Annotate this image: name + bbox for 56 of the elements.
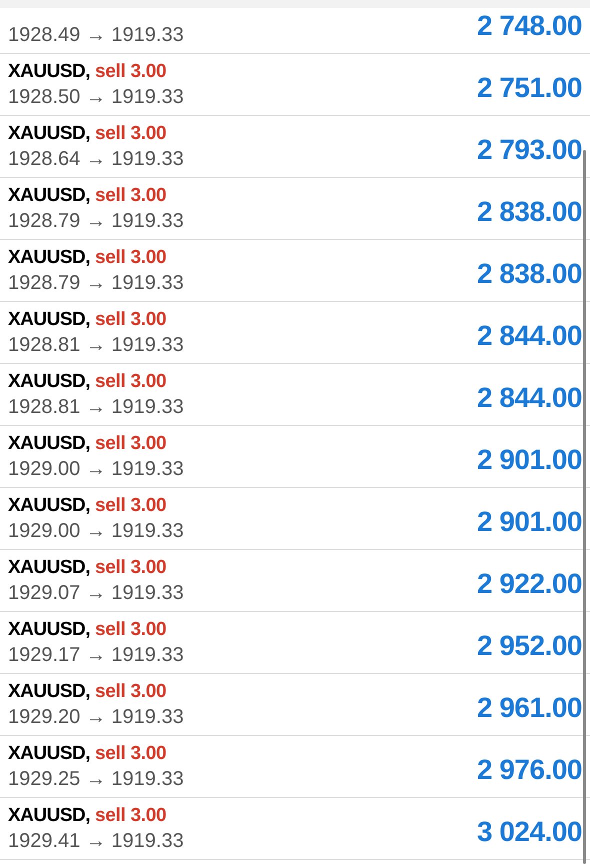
order-label: sell 3.00 — [95, 432, 166, 456]
order-label: sell 3.00 — [95, 804, 166, 828]
symbol-label: XAUUSD, — [8, 60, 90, 84]
profit-value: 2 793.00 — [477, 132, 582, 166]
price-label: 1928.49 → 1919.33 — [8, 22, 184, 48]
profit-value: 2 844.00 — [477, 380, 582, 414]
symbol-label: XAUUSD, — [8, 742, 90, 766]
symbol-label: XAUUSD, — [8, 246, 90, 270]
order-label: sell 3.00 — [95, 742, 166, 766]
symbol-label: XAUUSD, — [8, 556, 90, 580]
profit-value: 2 838.00 — [477, 194, 582, 228]
symbol-label: XAUUSD, — [8, 370, 90, 394]
order-label: sell 3.00 — [95, 60, 166, 84]
profit-value: 2 901.00 — [477, 442, 582, 476]
scrollbar[interactable] — [583, 150, 586, 864]
profit-value: 2 961.00 — [477, 690, 582, 724]
order-label: sell 3.00 — [95, 122, 166, 146]
symbol-label: XAUUSD, — [8, 184, 90, 208]
profit-value: 2 922.00 — [477, 566, 582, 600]
order-label: sell 3.00 — [95, 494, 166, 518]
order-label: sell 3.00 — [95, 184, 166, 208]
price-label: 1928.64 → 1919.33 — [8, 146, 184, 172]
symbol-label: XAUUSD, — [8, 432, 90, 456]
trade-row[interactable]: XAUUSD, sell 3.00 1928.50 → 1919.33 2 751.00 — [0, 54, 590, 116]
order-label: sell 3.00 — [95, 556, 166, 580]
price-label: 1929.00 → 1919.33 — [8, 456, 184, 482]
profit-value: 2 748.00 — [477, 8, 582, 42]
profit-value: 2 751.00 — [477, 70, 582, 104]
price-label: 1929.25 → 1919.33 — [8, 766, 184, 792]
price-label: 1928.81 → 1919.33 — [8, 394, 184, 420]
price-label: 1928.50 → 1919.33 — [8, 84, 184, 110]
profit-value: 2 844.00 — [477, 318, 582, 352]
order-label: sell 3.00 — [95, 618, 166, 642]
profit-value: 3 024.00 — [477, 814, 582, 848]
order-label: sell 3.00 — [95, 308, 166, 332]
order-label: sell 3.00 — [95, 370, 166, 394]
profit-value: 2 901.00 — [477, 504, 582, 538]
price-label: 1928.79 → 1919.33 — [8, 208, 184, 234]
profit-value: 2 976.00 — [477, 752, 582, 786]
symbol-label: XAUUSD, — [8, 494, 90, 518]
order-label: sell 3.00 — [95, 680, 166, 704]
symbol-label: XAUUSD, — [8, 618, 90, 642]
symbol-label: XAUUSD, — [8, 122, 90, 146]
price-label: 1928.79 → 1919.33 — [8, 270, 184, 296]
price-label: 1929.41 → 1919.33 — [8, 828, 184, 854]
profit-value: 2 952.00 — [477, 628, 582, 662]
price-label: 1929.00 → 1919.33 — [8, 518, 184, 544]
price-label: 1928.81 → 1919.33 — [8, 332, 184, 358]
symbol-label: XAUUSD, — [8, 308, 90, 332]
symbol-label: XAUUSD, — [8, 680, 90, 704]
order-label: sell 3.00 — [95, 246, 166, 270]
symbol-label: XAUUSD, — [8, 804, 90, 828]
profit-value: 2 838.00 — [477, 256, 582, 290]
price-label: 1929.07 → 1919.33 — [8, 580, 184, 606]
price-label: 1929.17 → 1919.33 — [8, 642, 184, 668]
price-label: 1929.20 → 1919.33 — [8, 704, 184, 730]
